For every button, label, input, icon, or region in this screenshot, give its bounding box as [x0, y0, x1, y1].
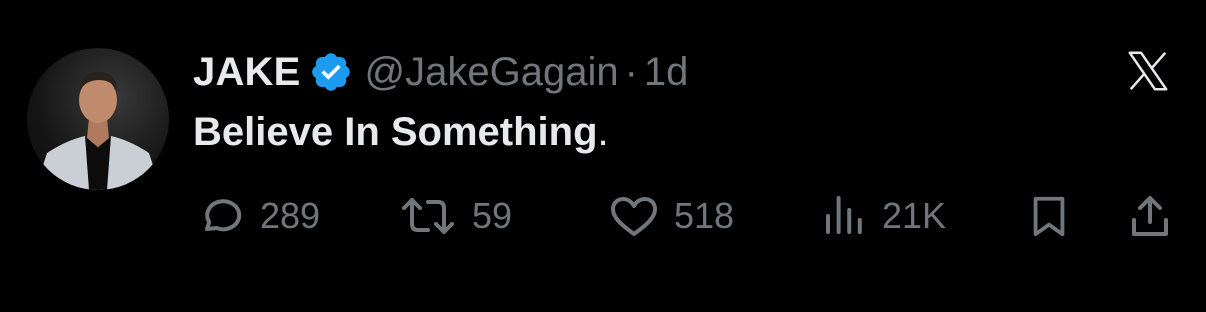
tweet-header: JAKE @JakeGagain · 1d: [193, 44, 688, 100]
bookmark-button[interactable]: [1026, 188, 1072, 244]
share-icon: [1132, 196, 1168, 236]
heart-icon: [611, 197, 657, 236]
avatar[interactable]: [27, 48, 169, 190]
like-button[interactable]: 518: [608, 188, 734, 244]
author-name[interactable]: JAKE: [193, 50, 301, 95]
header-separator: ·: [624, 49, 638, 94]
x-logo-icon[interactable]: [1122, 48, 1174, 94]
avatar-image: [35, 72, 161, 190]
like-count: 518: [674, 195, 735, 236]
tweet-text-body: Believe In Something: [193, 110, 598, 154]
tweet-text-trailing: .: [597, 110, 609, 154]
repost-icon: [402, 198, 454, 234]
reply-icon: [205, 199, 242, 232]
views-icon: [826, 196, 862, 234]
tweet-card[interactable]: JAKE @JakeGagain · 1d Believe In Somethi…: [0, 0, 1206, 312]
verified-badge-icon: [309, 50, 353, 94]
tweet-text: Believe In Something.: [193, 110, 609, 155]
repost-button[interactable]: 59: [398, 188, 512, 244]
views-button[interactable]: 21K: [820, 188, 946, 244]
tweet-timestamp[interactable]: 1d: [644, 50, 689, 95]
repost-count: 59: [472, 195, 513, 236]
reply-button[interactable]: 289: [198, 188, 320, 244]
action-bar: 289 59 518 21K: [0, 188, 1206, 244]
share-button[interactable]: [1126, 188, 1174, 244]
views-count: 21K: [882, 195, 947, 236]
bookmark-icon: [1033, 196, 1065, 237]
reply-count: 289: [260, 195, 321, 236]
author-handle[interactable]: @JakeGagain: [365, 50, 619, 95]
